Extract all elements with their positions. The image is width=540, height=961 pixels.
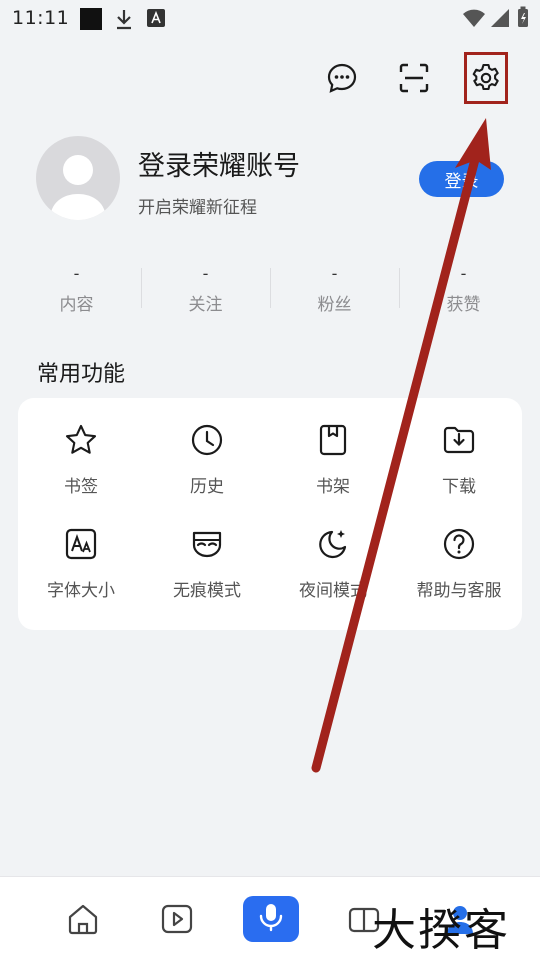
feature-label: 字体大小: [47, 581, 115, 601]
feature-label: 夜间模式: [299, 581, 367, 601]
status-time: 11:11: [12, 7, 70, 29]
home-icon[interactable]: [63, 899, 103, 939]
download-status-icon: [114, 8, 134, 34]
stat-likes[interactable]: - 获赞: [399, 260, 528, 320]
feature-downloads[interactable]: 下载: [396, 420, 522, 524]
feature-label: 帮助与客服: [416, 581, 502, 601]
stat-label: 内容: [59, 295, 94, 315]
stat-followers[interactable]: - 粉丝: [270, 260, 399, 320]
help-icon: [439, 524, 479, 564]
incognito-mask-icon: [187, 524, 227, 564]
watermark-text: 大揆客: [372, 905, 510, 956]
section-title: 常用功能: [37, 362, 126, 387]
voice-button[interactable]: [243, 896, 299, 942]
feature-bookshelf[interactable]: 书架: [270, 420, 396, 524]
app-notification-icon: [80, 8, 102, 34]
top-actions: [0, 52, 540, 104]
stats-row: - 内容 - 关注 - 粉丝 - 获赞: [12, 260, 528, 320]
star-icon: [61, 420, 101, 460]
bookshelf-icon: [313, 420, 353, 460]
night-mode-icon: [313, 524, 353, 564]
feature-label: 下载: [442, 477, 476, 497]
feature-history[interactable]: 历史: [144, 420, 270, 524]
stat-value: -: [73, 264, 80, 283]
font-size-icon: [61, 524, 101, 564]
signal-icon: [490, 8, 510, 32]
microphone-icon: [258, 902, 284, 936]
scan-icon[interactable]: [392, 56, 436, 100]
feature-label: 无痕模式: [173, 581, 241, 601]
stat-value: -: [331, 264, 338, 283]
features-card: 书签 历史 书架 下载 字体大小 无痕模式 夜间模式 帮助与客服: [18, 398, 522, 630]
feature-night-mode[interactable]: 夜间模式: [270, 524, 396, 628]
avatar[interactable]: [36, 136, 120, 220]
clock-icon: [187, 420, 227, 460]
stat-content[interactable]: - 内容: [12, 260, 141, 320]
stat-label: 关注: [188, 295, 223, 315]
feature-bookmarks[interactable]: 书签: [18, 420, 144, 524]
status-bar: 11:11: [0, 0, 540, 36]
video-icon[interactable]: [157, 899, 197, 939]
download-icon: [439, 420, 479, 460]
settings-highlight-box: [464, 52, 508, 104]
stat-label: 粉丝: [317, 295, 352, 315]
stat-value: -: [460, 264, 467, 283]
message-icon[interactable]: [320, 56, 364, 100]
feature-incognito[interactable]: 无痕模式: [144, 524, 270, 628]
wifi-icon: [462, 8, 486, 32]
feature-label: 书签: [64, 477, 98, 497]
feature-font-size[interactable]: 字体大小: [18, 524, 144, 628]
login-title[interactable]: 登录荣耀账号: [138, 144, 300, 183]
stat-label: 获赞: [446, 295, 481, 315]
stat-value: -: [202, 264, 209, 283]
login-subtitle: 开启荣耀新征程: [138, 198, 257, 218]
feature-help[interactable]: 帮助与客服: [396, 524, 522, 628]
font-status-icon: [147, 9, 165, 31]
feature-label: 历史: [190, 477, 224, 497]
stat-following[interactable]: - 关注: [141, 260, 270, 320]
login-button[interactable]: 登录: [419, 161, 504, 197]
battery-icon: [517, 6, 529, 32]
feature-label: 书架: [316, 477, 350, 497]
